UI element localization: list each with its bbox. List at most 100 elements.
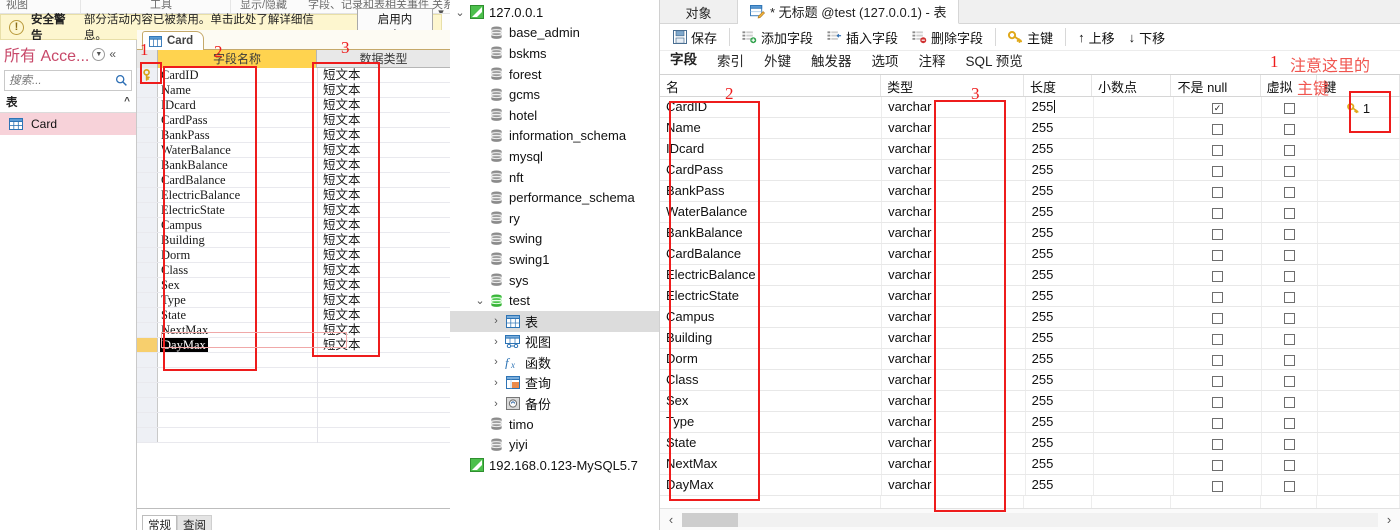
design-row-empty[interactable]	[137, 398, 450, 413]
virtual-checkbox[interactable]	[1284, 459, 1296, 471]
field-type-cell[interactable]: varchar	[882, 202, 1026, 222]
virtual-checkbox[interactable]	[1284, 354, 1296, 366]
chevron-down-icon[interactable]: ⌄	[452, 6, 468, 19]
column-header-1[interactable]: 类型	[881, 75, 1024, 96]
design-row[interactable]: IDcard 短文本	[137, 98, 450, 113]
row-selector[interactable]	[137, 278, 158, 292]
field-length-cell[interactable]: 255	[1026, 181, 1094, 201]
field-decimals-cell[interactable]	[1094, 286, 1174, 306]
table-row[interactable]: ElectricBalance varchar 255	[660, 265, 1400, 286]
tree-node-item[interactable]: gcms	[450, 84, 659, 105]
table-row[interactable]: WaterBalance varchar 255	[660, 202, 1400, 223]
field-virtual-cell[interactable]	[1262, 139, 1319, 159]
chevron-right-icon[interactable]: ›	[488, 398, 504, 410]
data-type-cell[interactable]: 短文本	[323, 263, 361, 277]
table-row[interactable]: BankBalance varchar 255	[660, 223, 1400, 244]
field-notnull-cell[interactable]	[1174, 328, 1263, 348]
design-row[interactable]: Type 短文本	[137, 293, 450, 308]
field-notnull-cell[interactable]	[1174, 265, 1263, 285]
row-selector[interactable]	[137, 428, 158, 442]
design-row[interactable]: CardID 短文本	[137, 68, 450, 83]
field-key-cell[interactable]	[1318, 160, 1400, 180]
data-type-cell[interactable]: 短文本	[323, 308, 361, 322]
field-length-cell[interactable]: 255	[1026, 244, 1094, 264]
field-notnull-cell[interactable]	[1174, 433, 1263, 453]
field-virtual-cell[interactable]	[1262, 328, 1319, 348]
field-length-cell[interactable]: 255	[1026, 160, 1094, 180]
virtual-checkbox[interactable]	[1284, 228, 1296, 240]
design-row[interactable]: Campus 短文本	[137, 218, 450, 233]
field-type-cell[interactable]: varchar	[882, 328, 1026, 348]
field-name-cell[interactable]: CardBalance	[161, 173, 226, 187]
field-name-cell[interactable]: CardBalance	[660, 244, 883, 264]
field-decimals-cell[interactable]	[1094, 244, 1174, 264]
field-decimals-cell[interactable]	[1094, 118, 1174, 138]
tree-node-item[interactable]: › 表	[450, 310, 659, 332]
field-key-cell[interactable]	[1318, 433, 1400, 453]
column-header-0[interactable]: 名	[660, 75, 882, 96]
field-length-cell[interactable]: 255	[1026, 223, 1094, 243]
tree-node-item[interactable]: base_admin	[450, 23, 659, 44]
field-key-cell[interactable]	[1318, 139, 1400, 159]
add-field-button[interactable]: 添加字段	[735, 26, 820, 49]
field-name-cell[interactable]: BankPass	[161, 128, 210, 142]
table-row[interactable]: CardPass varchar 255	[660, 160, 1400, 181]
field-name-cell[interactable]: ElectricBalance	[161, 188, 240, 202]
field-notnull-cell[interactable]	[1174, 202, 1263, 222]
row-selector[interactable]	[137, 68, 158, 82]
scroll-left-icon[interactable]: ‹	[660, 512, 682, 527]
design-row[interactable]: Name 短文本	[137, 83, 450, 98]
move-up-button[interactable]: ↑ 上移	[1071, 26, 1122, 49]
tree-node-item[interactable]: yiyi	[450, 434, 659, 455]
scrollbar-track[interactable]	[682, 512, 1378, 527]
field-virtual-cell[interactable]	[1262, 370, 1319, 390]
data-type-cell[interactable]: 短文本	[323, 338, 361, 352]
subtab-1[interactable]: 索引	[707, 48, 754, 74]
navicat-connection-tree[interactable]: ⌄ 127.0.0.1 base_admin bskms forest gcms hotel…	[450, 0, 660, 530]
table-row[interactable]: Building varchar 255	[660, 328, 1400, 349]
field-type-cell[interactable]: varchar	[882, 412, 1026, 432]
field-virtual-cell[interactable]	[1262, 433, 1319, 453]
field-notnull-cell[interactable]	[1174, 286, 1263, 306]
field-name-cell[interactable]: Building	[161, 233, 205, 247]
field-length-cell[interactable]: 255	[1026, 454, 1094, 474]
chevron-right-icon[interactable]: ›	[488, 377, 504, 389]
design-row-empty[interactable]	[137, 428, 450, 443]
field-virtual-cell[interactable]	[1262, 223, 1319, 243]
chevron-down-icon[interactable]: ▼	[92, 47, 106, 61]
tree-node-item[interactable]: information_schema	[450, 126, 659, 147]
data-type-cell[interactable]: 短文本	[323, 248, 361, 262]
field-name-cell[interactable]: BankPass	[660, 181, 883, 201]
notnull-checkbox[interactable]	[1212, 165, 1223, 177]
virtual-checkbox[interactable]	[1284, 102, 1296, 114]
field-decimals-cell[interactable]	[1094, 307, 1174, 327]
field-notnull-cell[interactable]	[1174, 391, 1263, 411]
tree-node-item[interactable]: › 视图	[450, 332, 659, 353]
field-key-cell[interactable]: 1	[1318, 97, 1400, 117]
field-name-cell[interactable]: ElectricState	[660, 286, 883, 306]
field-decimals-cell[interactable]	[1094, 370, 1174, 390]
field-decimals-cell[interactable]	[1094, 160, 1174, 180]
field-notnull-cell[interactable]	[1174, 454, 1263, 474]
tree-node-item[interactable]: swing1	[450, 249, 659, 270]
row-selector[interactable]	[137, 218, 158, 232]
row-selector[interactable]	[137, 248, 158, 262]
field-name-cell[interactable]: Type	[161, 293, 186, 307]
design-row[interactable]: DayMax 短文本	[137, 338, 450, 353]
column-header-field-name[interactable]: 字段名称	[158, 50, 317, 68]
design-row[interactable]: Building 短文本	[137, 233, 450, 248]
field-name-cell[interactable]: Class	[660, 370, 883, 390]
row-selector[interactable]	[137, 293, 158, 307]
field-name-cell[interactable]: IDcard	[660, 139, 883, 159]
table-row[interactable]: Dorm varchar 255	[660, 349, 1400, 370]
row-selector[interactable]	[137, 263, 158, 277]
design-row[interactable]: WaterBalance 短文本	[137, 143, 450, 158]
tree-node-item[interactable]: › f x 函数	[450, 352, 659, 373]
ribbon-tab-view[interactable]: 视图	[6, 0, 28, 12]
field-length-cell[interactable]: 255	[1026, 202, 1094, 222]
field-decimals-cell[interactable]	[1094, 265, 1174, 285]
field-key-cell[interactable]	[1318, 349, 1400, 369]
field-name-cell[interactable]: Sex	[161, 278, 180, 292]
row-selector[interactable]	[137, 323, 158, 337]
field-type-cell[interactable]: varchar	[882, 433, 1026, 453]
